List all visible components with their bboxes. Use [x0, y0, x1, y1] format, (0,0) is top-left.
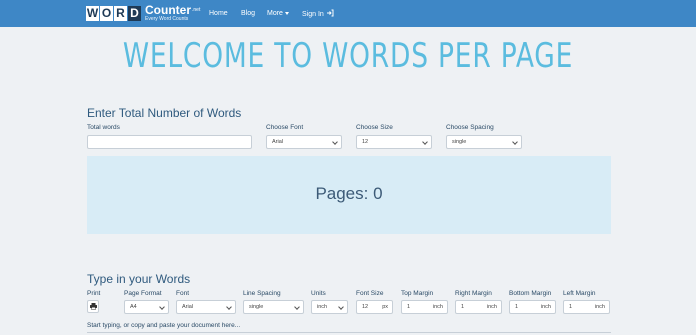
page-format-select[interactable]: A4	[124, 300, 169, 314]
top-margin-input[interactable]: 1 inch	[401, 300, 448, 314]
chevron-down-icon	[294, 304, 300, 310]
units-label: Units	[311, 290, 326, 297]
chevron-down-icon	[338, 304, 344, 310]
font-size-unit: px	[382, 304, 388, 310]
font-select[interactable]: Arial	[266, 135, 342, 149]
page-title: WELCOME TO WORDS PER PAGE	[122, 36, 574, 76]
top-margin-value: 1	[407, 304, 411, 310]
logo-letter: W	[86, 6, 99, 21]
site-logo[interactable]: W O R D Counter .net Every Word Counts	[86, 3, 201, 22]
result-panel: Pages: 0	[87, 156, 611, 234]
left-margin-label: Left Margin	[563, 290, 596, 297]
size-select-value: 12	[362, 139, 369, 145]
print-label: Print	[87, 290, 101, 297]
choose-font-label: Choose Font	[266, 124, 304, 131]
chevron-down-icon	[512, 139, 518, 145]
bottom-margin-label: Bottom Margin	[509, 290, 552, 297]
brand-tagline: Every Word Counts	[145, 16, 189, 22]
editor-border	[87, 332, 611, 333]
chevron-down-icon	[226, 304, 232, 310]
total-words-input[interactable]	[87, 135, 252, 149]
nav-home-link[interactable]: Home	[209, 9, 228, 19]
left-margin-unit: inch	[594, 304, 605, 310]
nav-signin-link[interactable]: Sign In	[302, 9, 334, 20]
logo-letter: O	[100, 6, 113, 21]
printer-icon	[90, 303, 97, 310]
sign-in-icon	[326, 9, 334, 17]
left-margin-value: 1	[569, 304, 573, 310]
pages-count: Pages: 0	[315, 184, 383, 203]
page-format-label: Page Format	[124, 290, 162, 297]
calculator-heading: Enter Total Number of Words	[87, 106, 242, 120]
units-select[interactable]: inch	[311, 300, 348, 314]
editor-font-select[interactable]: Arial	[176, 300, 236, 314]
size-select[interactable]: 12	[356, 135, 432, 149]
units-value: inch	[317, 304, 328, 310]
nav-signin-label: Sign In	[302, 11, 324, 18]
font-size-label: Font Size	[356, 290, 384, 297]
left-margin-input[interactable]: 1 inch	[563, 300, 610, 314]
top-margin-unit: inch	[432, 304, 443, 310]
right-margin-unit: inch	[486, 304, 497, 310]
print-button[interactable]	[87, 300, 99, 313]
font-select-value: Arial	[272, 139, 284, 145]
logo-letter: D	[128, 6, 141, 21]
logo-letter: R	[114, 6, 127, 21]
brand-tld: .net	[192, 7, 201, 13]
choose-spacing-label: Choose Spacing	[446, 124, 494, 131]
page-format-value: A4	[130, 304, 137, 310]
right-margin-value: 1	[461, 304, 465, 310]
font-size-input[interactable]: 12 px	[356, 300, 393, 314]
line-spacing-select[interactable]: single	[243, 300, 304, 314]
editor-font-value: Arial	[182, 304, 194, 310]
total-words-label: Total words	[87, 124, 120, 131]
spacing-select-value: single	[452, 139, 467, 145]
top-margin-label: Top Margin	[401, 290, 434, 297]
right-margin-input[interactable]: 1 inch	[455, 300, 502, 314]
nav-more-dropdown[interactable]: More	[267, 9, 289, 19]
editor-textarea[interactable]: Start typing, or copy and paste your doc…	[87, 322, 240, 329]
chevron-down-icon	[332, 139, 338, 145]
spacing-select[interactable]: single	[446, 135, 522, 149]
right-margin-label: Right Margin	[455, 290, 492, 297]
bottom-margin-input[interactable]: 1 inch	[509, 300, 556, 314]
editor-font-label: Font	[176, 290, 190, 297]
brand-name: Counter	[145, 3, 191, 17]
choose-size-label: Choose Size	[356, 124, 393, 131]
nav-blog-link[interactable]: Blog	[241, 9, 255, 19]
chevron-down-icon	[159, 304, 165, 310]
bottom-margin-unit: inch	[540, 304, 551, 310]
bottom-margin-value: 1	[515, 304, 519, 310]
chevron-down-icon	[422, 139, 428, 145]
editor-heading: Type in your Words	[87, 272, 191, 286]
nav-more-label: More	[267, 10, 283, 17]
logo-brand: Counter .net Every Word Counts	[145, 3, 201, 22]
line-spacing-label: Line Spacing	[243, 290, 281, 297]
line-spacing-value: single	[249, 304, 264, 310]
caret-down-icon	[284, 11, 289, 15]
font-size-value: 12	[362, 304, 369, 310]
top-navbar: W O R D Counter .net Every Word Counts Ho…	[0, 0, 696, 27]
